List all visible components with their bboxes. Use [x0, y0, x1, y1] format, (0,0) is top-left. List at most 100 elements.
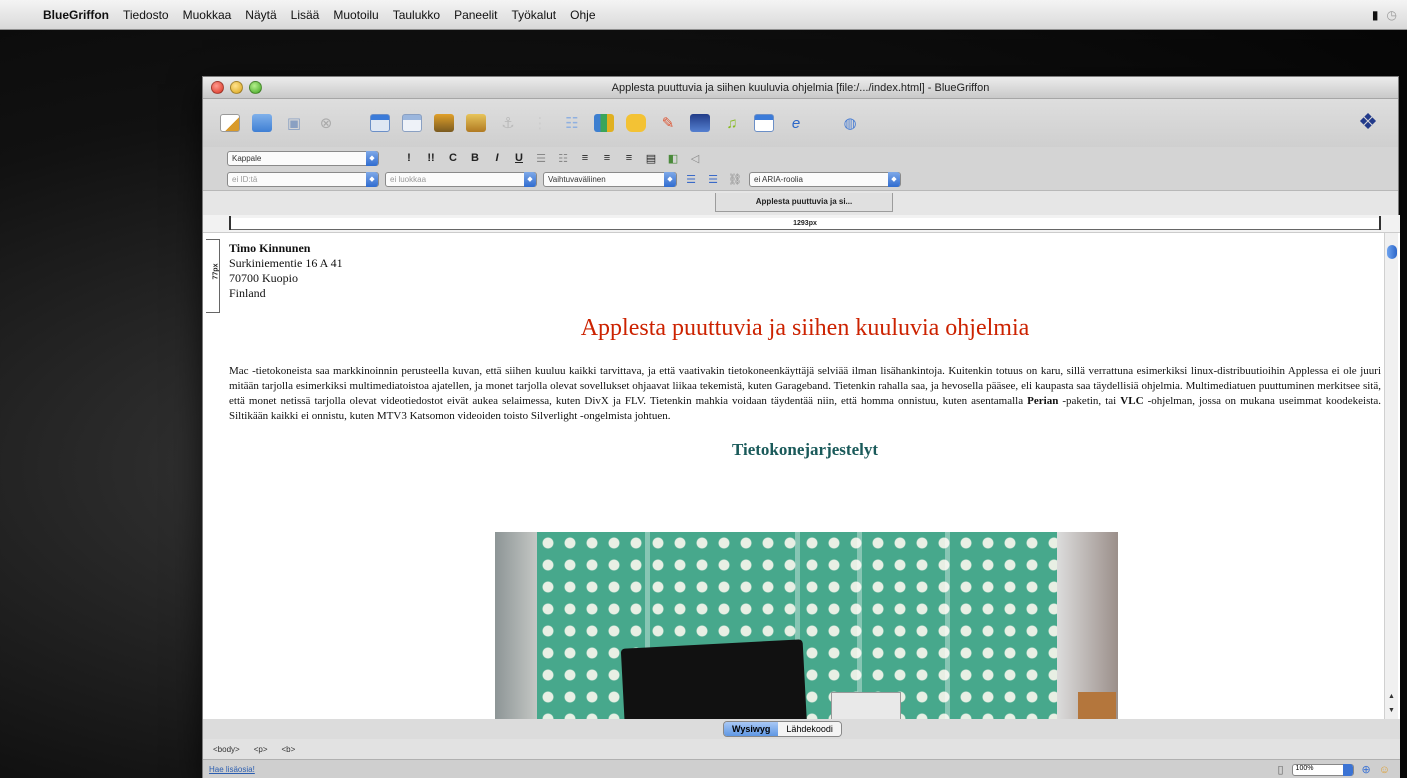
- image-insert-icon[interactable]: [431, 110, 457, 136]
- chevron-down-icon: ◆: [888, 172, 900, 187]
- class-select-value: ei luokkaa: [390, 175, 427, 184]
- code-button[interactable]: C: [445, 152, 461, 164]
- notification-icon[interactable]: ☺: [1379, 764, 1390, 776]
- wysiwyg-tab[interactable]: Wysiwyg: [724, 722, 779, 736]
- comment-icon[interactable]: [623, 110, 649, 136]
- dedent-icon[interactable]: ☰: [683, 173, 699, 186]
- room-photo[interactable]: [495, 532, 1118, 719]
- breadcrumb-b[interactable]: <b>: [282, 745, 296, 754]
- style-icon[interactable]: ✎: [655, 110, 681, 136]
- save-icon[interactable]: ▣: [281, 110, 307, 136]
- menu-nayta[interactable]: Näytä: [238, 8, 283, 22]
- vlc-bold: VLC: [1120, 395, 1144, 407]
- align-right-icon[interactable]: ≡: [621, 152, 637, 164]
- aria-role-select[interactable]: ei ARIA-roolia ◆: [749, 172, 901, 187]
- bullet-list-icon[interactable]: ☰: [533, 152, 549, 165]
- italic-button[interactable]: I: [489, 152, 505, 164]
- format-toolbar: Kappale ◆ ! !! C B I U ☰ ☷ ≡ ≡ ≡ ▤ ◧ ◁: [203, 147, 1398, 169]
- status-bar: Hae lisäosia! ▯ 100% ⊕ ☺: [203, 759, 1400, 778]
- body-paragraph[interactable]: Mac -tietokoneista saa markkinoinnin per…: [229, 364, 1381, 424]
- browser-preview-icon[interactable]: e: [783, 110, 809, 136]
- paragraph-style-select[interactable]: Kappale ◆: [227, 150, 379, 166]
- menu-paneelit[interactable]: Paneelit: [447, 8, 504, 22]
- form-icon[interactable]: ☷: [559, 110, 585, 136]
- direction-icon[interactable]: ☰: [705, 173, 721, 186]
- clock-icon[interactable]: ◷: [1387, 8, 1397, 22]
- menubar-extra-icon[interactable]: ▮: [1372, 8, 1379, 22]
- zoom-select[interactable]: 100%: [1291, 763, 1354, 776]
- zoom-in-icon[interactable]: ⊕: [1362, 763, 1371, 776]
- underline-button[interactable]: U: [511, 152, 527, 164]
- zoom-window-button[interactable]: [249, 81, 262, 94]
- editor-canvas[interactable]: 77px Timo Kinnunen Surkiniementie 16 A 4…: [203, 233, 1400, 719]
- script-icon[interactable]: ♫: [719, 110, 745, 136]
- chevron-down-icon: ◆: [366, 150, 378, 166]
- vertical-ruler[interactable]: 77px: [206, 239, 220, 313]
- open-file-icon[interactable]: [249, 110, 275, 136]
- minimize-window-button[interactable]: [230, 81, 243, 94]
- globe-icon[interactable]: ◍: [837, 110, 863, 136]
- bluegriffon-logo-icon: ❖: [1358, 109, 1378, 134]
- fit-icon[interactable]: ▯: [1277, 763, 1283, 776]
- link-icon[interactable]: ⛓: [727, 173, 743, 186]
- menu-bar: BlueGriffon Tiedosto Muokkaa Näytä Lisää…: [0, 0, 1407, 30]
- address-block[interactable]: Timo Kinnunen Surkiniementie 16 A 41 707…: [229, 241, 1381, 301]
- menu-muotoilu[interactable]: Muotoilu: [326, 8, 385, 22]
- addons-link[interactable]: Hae lisäosia!: [209, 765, 255, 774]
- scroll-down-arrow-icon[interactable]: ▼: [1388, 707, 1395, 714]
- document-subheading[interactable]: Tietokonejarjestelyt: [229, 440, 1381, 460]
- menu-ohje[interactable]: Ohje: [563, 8, 602, 22]
- align-left-icon[interactable]: ≡: [577, 152, 593, 164]
- bold-button[interactable]: B: [467, 152, 483, 164]
- printer-in-photo: [831, 692, 901, 719]
- menu-taulukko[interactable]: Taulukko: [386, 8, 447, 22]
- emphasis-button[interactable]: !: [401, 152, 417, 164]
- chart-icon[interactable]: [591, 110, 617, 136]
- preview-icon[interactable]: [687, 110, 713, 136]
- menu-tiedosto[interactable]: Tiedosto: [116, 8, 176, 22]
- layout-toggle-icon[interactable]: [751, 110, 777, 136]
- width-mode-select[interactable]: Vaihtuvaväliinen ◆: [543, 172, 677, 187]
- numbered-list-icon[interactable]: ☷: [555, 152, 571, 165]
- class-select[interactable]: ei luokkaa ◆: [385, 172, 537, 187]
- chevron-down-icon: [1342, 763, 1353, 776]
- city-address[interactable]: 70700 Kuopio: [229, 271, 1381, 286]
- strong-emphasis-button[interactable]: !!: [423, 152, 439, 164]
- outdent-icon[interactable]: ◁: [687, 152, 703, 165]
- perian-bold: Perian: [1027, 395, 1059, 407]
- bluegriffon-window: Applesta puuttuvia ja siihen kuuluvia oh…: [202, 76, 1400, 778]
- menu-muokkaa[interactable]: Muokkaa: [176, 8, 239, 22]
- menu-lisaa[interactable]: Lisää: [284, 8, 327, 22]
- breadcrumb-p[interactable]: <p>: [254, 745, 268, 754]
- table-icon[interactable]: ⋮: [527, 110, 553, 136]
- media-insert-icon[interactable]: [463, 110, 489, 136]
- element-breadcrumb: <body> <p> <b>: [203, 739, 1400, 759]
- div-icon[interactable]: [399, 110, 425, 136]
- indent-icon[interactable]: ◧: [665, 152, 681, 165]
- country-address[interactable]: Finland: [229, 286, 1381, 301]
- street-address[interactable]: Surkiniementie 16 A 41: [229, 256, 1381, 271]
- scroll-thumb[interactable]: [1387, 245, 1397, 259]
- vertical-ruler-label: 77px: [212, 263, 220, 280]
- document-heading[interactable]: Applesta puuttuvia ja siihen kuuluvia oh…: [229, 315, 1381, 342]
- menu-app-name[interactable]: BlueGriffon: [36, 8, 116, 22]
- author-name[interactable]: Timo Kinnunen: [229, 241, 1381, 256]
- vertical-scrollbar[interactable]: ▲ ▼: [1384, 233, 1398, 719]
- document-body[interactable]: Timo Kinnunen Surkiniementie 16 A 41 707…: [229, 241, 1381, 460]
- title-bar: Applesta puuttuvia ja siihen kuuluvia oh…: [203, 77, 1398, 99]
- source-tab[interactable]: Lähdekoodi: [778, 722, 841, 736]
- stop-icon[interactable]: ⊗: [313, 110, 339, 136]
- scroll-up-arrow-icon[interactable]: ▲: [1388, 693, 1395, 700]
- page-layout-icon[interactable]: [367, 110, 393, 136]
- chevron-down-icon: ◆: [664, 172, 676, 187]
- monitor-in-photo: [620, 639, 808, 719]
- align-center-icon[interactable]: ≡: [599, 152, 615, 164]
- justify-icon[interactable]: ▤: [643, 152, 659, 165]
- breadcrumb-body[interactable]: <body>: [213, 745, 240, 754]
- id-select[interactable]: ei ID:tä ◆: [227, 172, 379, 187]
- close-window-button[interactable]: [211, 81, 224, 94]
- new-document-icon[interactable]: [217, 110, 243, 136]
- horizontal-ruler[interactable]: 1293px: [229, 216, 1381, 230]
- anchor-icon[interactable]: ⚓: [495, 110, 521, 136]
- menu-tyokalut[interactable]: Työkalut: [504, 8, 563, 22]
